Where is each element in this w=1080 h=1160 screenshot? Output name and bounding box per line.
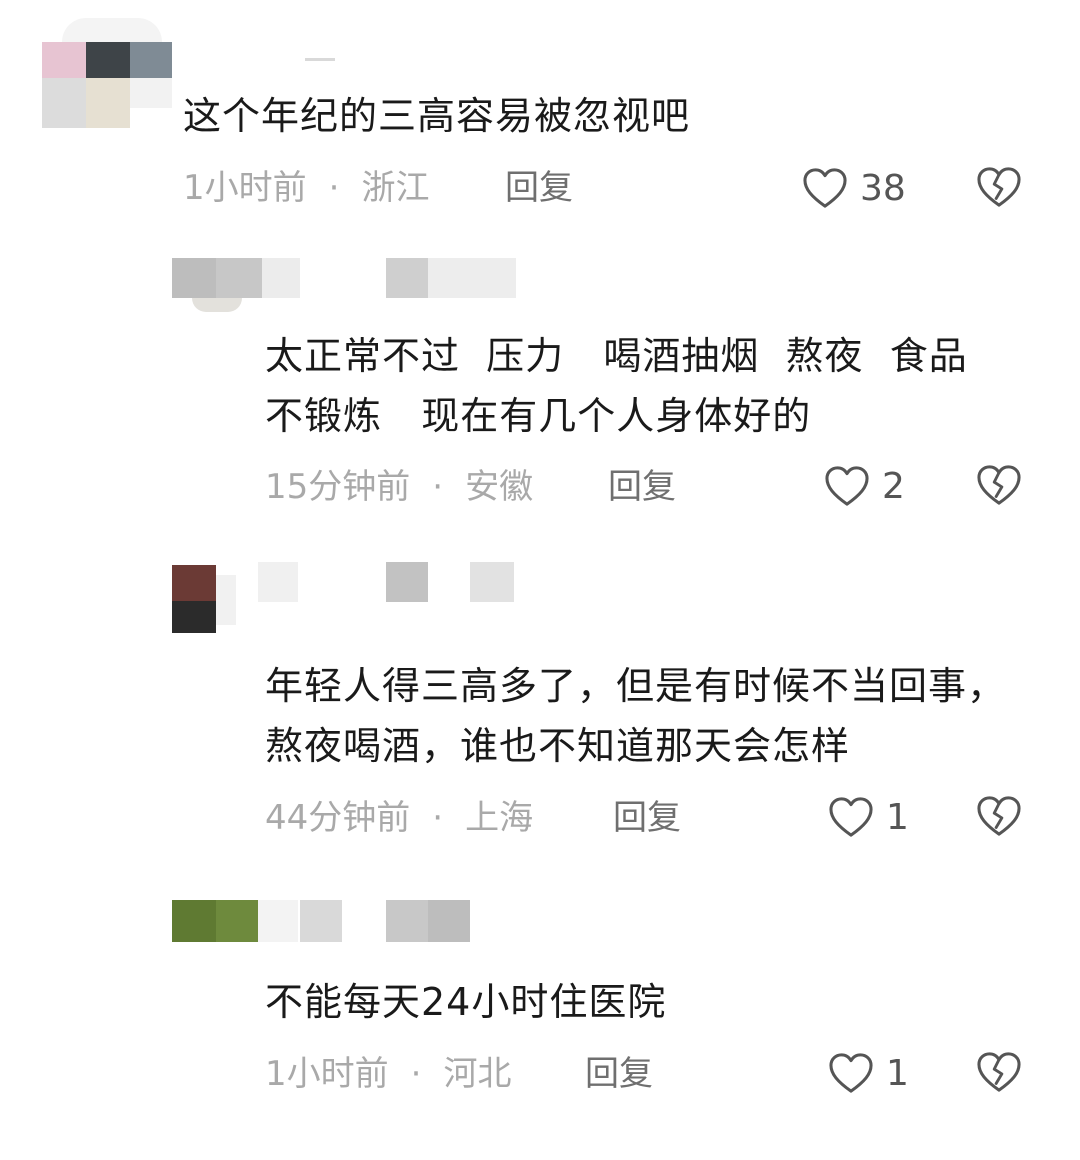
broken-heart-icon — [977, 465, 1021, 505]
comment-text: 太正常不过 压力 喝酒抽烟 熬夜 食品 不锻炼 现在有几个人身体好的 — [265, 334, 1007, 438]
like-button[interactable]: 38 — [802, 164, 906, 212]
dislike-button[interactable] — [976, 166, 1022, 208]
username-redacted[interactable] — [258, 562, 558, 602]
comment-location: 上海 — [465, 798, 534, 838]
username-redacted[interactable] — [258, 900, 558, 942]
reply-button[interactable]: 回复 — [613, 796, 681, 840]
heart-outline-icon — [825, 466, 869, 506]
comment-text: 不能每天24小时住医院 — [265, 980, 667, 1024]
heart-outline-icon — [803, 168, 847, 208]
comment-time: 44分钟前 — [265, 798, 411, 838]
like-button[interactable]: 2 — [824, 462, 905, 510]
like-button[interactable]: 1 — [828, 1049, 909, 1097]
username-redacted[interactable] — [305, 58, 335, 61]
comment-text: 这个年纪的三高容易被忽视吧 — [183, 94, 691, 138]
broken-heart-icon — [977, 1052, 1021, 1092]
avatar[interactable] — [172, 565, 262, 635]
avatar[interactable] — [172, 258, 262, 328]
dislike-button[interactable] — [976, 464, 1022, 506]
comment-meta: 15分钟前 · 安徽 — [265, 465, 533, 509]
like-count: 1 — [886, 796, 909, 838]
like-button[interactable]: 1 — [828, 793, 909, 841]
meta-separator: · — [432, 798, 444, 838]
comment-time: 1小时前 — [183, 168, 307, 208]
heart-outline-icon — [829, 797, 873, 837]
comment-meta: 1小时前 · 河北 — [265, 1052, 511, 1096]
comment-meta: 1小时前 · 浙江 — [183, 166, 429, 210]
broken-heart-icon — [977, 796, 1021, 836]
reply-button[interactable]: 回复 — [505, 166, 573, 210]
dislike-button[interactable] — [976, 795, 1022, 837]
username-redacted[interactable] — [262, 258, 562, 298]
avatar[interactable] — [42, 18, 172, 128]
comment-location: 河北 — [443, 1054, 512, 1094]
broken-heart-icon — [977, 167, 1021, 207]
comment-meta: 44分钟前 · 上海 — [265, 796, 533, 840]
heart-outline-icon — [829, 1053, 873, 1093]
comment-location: 浙江 — [361, 168, 430, 208]
reply-button[interactable]: 回复 — [608, 465, 676, 509]
meta-separator: · — [328, 168, 340, 208]
like-count: 2 — [882, 465, 905, 507]
comment-time: 1小时前 — [265, 1054, 389, 1094]
dislike-button[interactable] — [976, 1051, 1022, 1093]
like-count: 38 — [860, 167, 906, 209]
comment-text: 年轻人得三高多了，但是有时候不当回事，熬夜喝酒，谁也不知道那天会怎样 — [265, 664, 1007, 768]
comment-time: 15分钟前 — [265, 467, 411, 507]
like-count: 1 — [886, 1052, 909, 1094]
comment-location: 安徽 — [465, 467, 534, 507]
meta-separator: · — [432, 467, 444, 507]
avatar[interactable] — [172, 900, 262, 942]
meta-separator: · — [410, 1054, 422, 1094]
reply-button[interactable]: 回复 — [585, 1052, 653, 1096]
